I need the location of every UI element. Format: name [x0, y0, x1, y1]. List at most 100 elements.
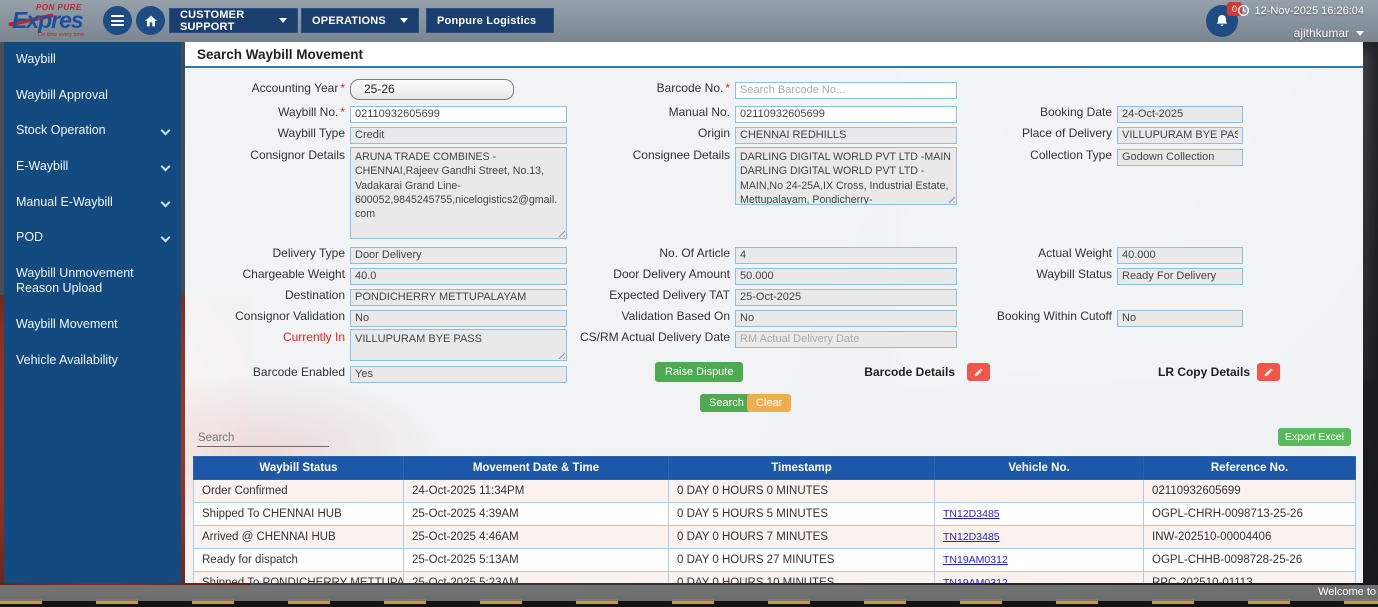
- sidebar-item-stock-operation[interactable]: Stock Operation: [4, 113, 181, 149]
- datetime-display: 12-Nov-2025 16:26:04: [1237, 4, 1364, 17]
- currently-in-field: VILLUPURAM BYE PASS: [350, 329, 567, 361]
- delivery-type-label: Delivery Type: [187, 245, 345, 262]
- app-window: PON PURE Expres On time every time CUSTO…: [0, 0, 1378, 607]
- table-header-row: Waybill Status Movement Date & Time Time…: [194, 457, 1356, 480]
- sidebar-item-e-waybill[interactable]: E-Waybill: [4, 149, 181, 185]
- col-timestamp: Timestamp: [669, 457, 935, 480]
- actual-weight-field: [1117, 247, 1243, 264]
- origin-label: Origin: [545, 125, 730, 142]
- lr-copy-details-edit-button[interactable]: [1257, 363, 1280, 381]
- consignor-details-label: Consignor Details: [187, 147, 345, 164]
- barcode-no-label: Barcode No.*: [545, 80, 730, 97]
- hamburger-icon: [111, 15, 124, 26]
- waybill-no-input[interactable]: [350, 106, 567, 123]
- table-row: Order Confirmed 24-Oct-2025 11:34PM 0 DA…: [194, 480, 1356, 503]
- user-menu[interactable]: ajithkumar: [1237, 26, 1364, 40]
- waybill-status-field: [1117, 268, 1243, 285]
- table-search-input[interactable]: [197, 430, 329, 447]
- raise-dispute-button[interactable]: Raise Dispute: [655, 362, 743, 382]
- caret-down-icon: [1356, 31, 1364, 36]
- consignor-validation-field: [350, 310, 567, 327]
- collection-type-field: [1117, 149, 1243, 166]
- table-row: Shipped To PONDICHERRY METTUPALA 25-Oct-…: [194, 572, 1356, 584]
- place-of-delivery-label: Place of Delivery: [930, 125, 1112, 142]
- manual-no-label: Manual No.: [545, 104, 730, 121]
- sidebar-item-waybill-unmovement-reason-upload[interactable]: Waybill Unmovement Reason Upload: [4, 256, 181, 307]
- consignee-details-label: Consignee Details: [545, 147, 730, 164]
- barcode-details-edit-button[interactable]: [967, 363, 990, 381]
- barcode-details-label: Barcode Details: [785, 364, 955, 381]
- vehicle-link[interactable]: TN19AM0312: [943, 554, 1008, 566]
- no-of-article-field: [735, 247, 957, 264]
- booking-date-label: Booking Date: [930, 104, 1112, 121]
- barcode-enabled-label: Barcode Enabled: [187, 364, 345, 381]
- table-row: Shipped To CHENNAI HUB 25-Oct-2025 4:39A…: [194, 503, 1356, 526]
- page-title: Search Waybill Movement: [185, 42, 1363, 62]
- waybill-no-label: Waybill No.*: [187, 104, 345, 121]
- nav-ponpure-logistics[interactable]: Ponpure Logistics: [426, 8, 554, 33]
- vehicle-link[interactable]: TN12D3485: [943, 508, 1000, 520]
- waybill-type-label: Waybill Type: [187, 125, 345, 142]
- chevron-down-icon: [161, 197, 171, 207]
- clock-icon: [1237, 4, 1250, 17]
- currently-in-label: Currently In: [187, 329, 345, 346]
- table-search: [197, 428, 329, 447]
- edit-icon: [973, 367, 984, 378]
- sidebar-navigation: Waybill Waybill Approval Stock Operation…: [4, 42, 181, 583]
- logo-tagline: On time every time: [38, 32, 84, 38]
- chevron-down-icon: [161, 161, 171, 171]
- export-excel-button[interactable]: Export Excel: [1278, 428, 1351, 446]
- chevron-down-icon: [161, 233, 171, 243]
- waybill-movement-table: Waybill Status Movement Date & Time Time…: [193, 456, 1356, 583]
- place-of-delivery-field: [1117, 127, 1243, 144]
- accounting-year-select[interactable]: 25-26: [350, 79, 514, 100]
- barcode-no-input[interactable]: [735, 82, 957, 99]
- collection-type-label: Collection Type: [930, 147, 1112, 164]
- col-waybill-status: Waybill Status: [194, 457, 404, 480]
- delivery-type-field: [350, 247, 567, 264]
- vehicle-link[interactable]: TN19AM0312: [943, 577, 1008, 583]
- barcode-enabled-field: [350, 366, 567, 383]
- sidebar-item-manual-e-waybill[interactable]: Manual E-Waybill: [4, 185, 181, 221]
- cs-rm-actual-delivery-date-field: [735, 331, 957, 348]
- main-content-panel: Search Waybill Movement Accounting Year*…: [185, 42, 1363, 583]
- nav-customer-support[interactable]: CUSTOMER SUPPORT: [169, 8, 298, 33]
- home-button[interactable]: [136, 6, 165, 35]
- sidebar-item-waybill[interactable]: Waybill: [4, 42, 181, 78]
- accounting-year-label: Accounting Year*: [187, 80, 345, 97]
- caret-down-icon: [279, 18, 287, 23]
- clear-button[interactable]: Clear: [747, 394, 791, 412]
- table-row: Arrived @ CHENNAI HUB 25-Oct-2025 4:46AM…: [194, 526, 1356, 549]
- booking-within-cutoff-label: Booking Within Cutoff: [930, 308, 1112, 325]
- waybill-status-label: Waybill Status: [930, 266, 1112, 283]
- no-of-article-label: No. Of Article: [545, 245, 730, 262]
- footer-marquee-bar: Welcome to: [0, 585, 1378, 601]
- notifications-button[interactable]: 0: [1206, 5, 1238, 37]
- actual-weight-label: Actual Weight: [930, 245, 1112, 262]
- expected-delivery-tat-label: Expected Delivery TAT: [545, 287, 730, 304]
- sidebar-item-pod[interactable]: POD: [4, 220, 181, 256]
- caret-down-icon: [400, 18, 408, 23]
- top-header-bar: PON PURE Expres On time every time CUSTO…: [0, 0, 1378, 42]
- booking-date-field: [1117, 106, 1243, 123]
- sidebar-item-waybill-approval[interactable]: Waybill Approval: [4, 78, 181, 114]
- menu-toggle-button[interactable]: [103, 6, 132, 35]
- company-logo: PON PURE Expres On time every time: [8, 2, 103, 40]
- manual-no-input[interactable]: [735, 106, 957, 123]
- vehicle-link[interactable]: TN12D3485: [943, 531, 1000, 543]
- consignor-details-field: ARUNA TRADE COMBINES - CHENNAI,Rajeev Ga…: [350, 147, 567, 239]
- marquee-text: Welcome to: [1318, 586, 1376, 598]
- consignee-details-field: DARLING DIGITAL WORLD PVT LTD -MAIN DARL…: [735, 147, 957, 205]
- waybill-type-field: [350, 127, 567, 144]
- validation-based-on-field: [735, 310, 957, 327]
- door-delivery-amount-label: Door Delivery Amount: [545, 266, 730, 283]
- col-movement-datetime: Movement Date & Time: [404, 457, 669, 480]
- sidebar-item-vehicle-availability[interactable]: Vehicle Availability: [4, 343, 181, 379]
- search-button[interactable]: Search: [700, 394, 753, 412]
- edit-icon: [1263, 367, 1274, 378]
- origin-field: [735, 127, 957, 144]
- sidebar-item-waybill-movement[interactable]: Waybill Movement: [4, 307, 181, 343]
- chargeable-weight-label: Chargeable Weight: [187, 266, 345, 283]
- nav-operations[interactable]: OPERATIONS: [301, 8, 419, 33]
- header-right: 12-Nov-2025 16:26:04 ajithkumar: [1237, 2, 1364, 40]
